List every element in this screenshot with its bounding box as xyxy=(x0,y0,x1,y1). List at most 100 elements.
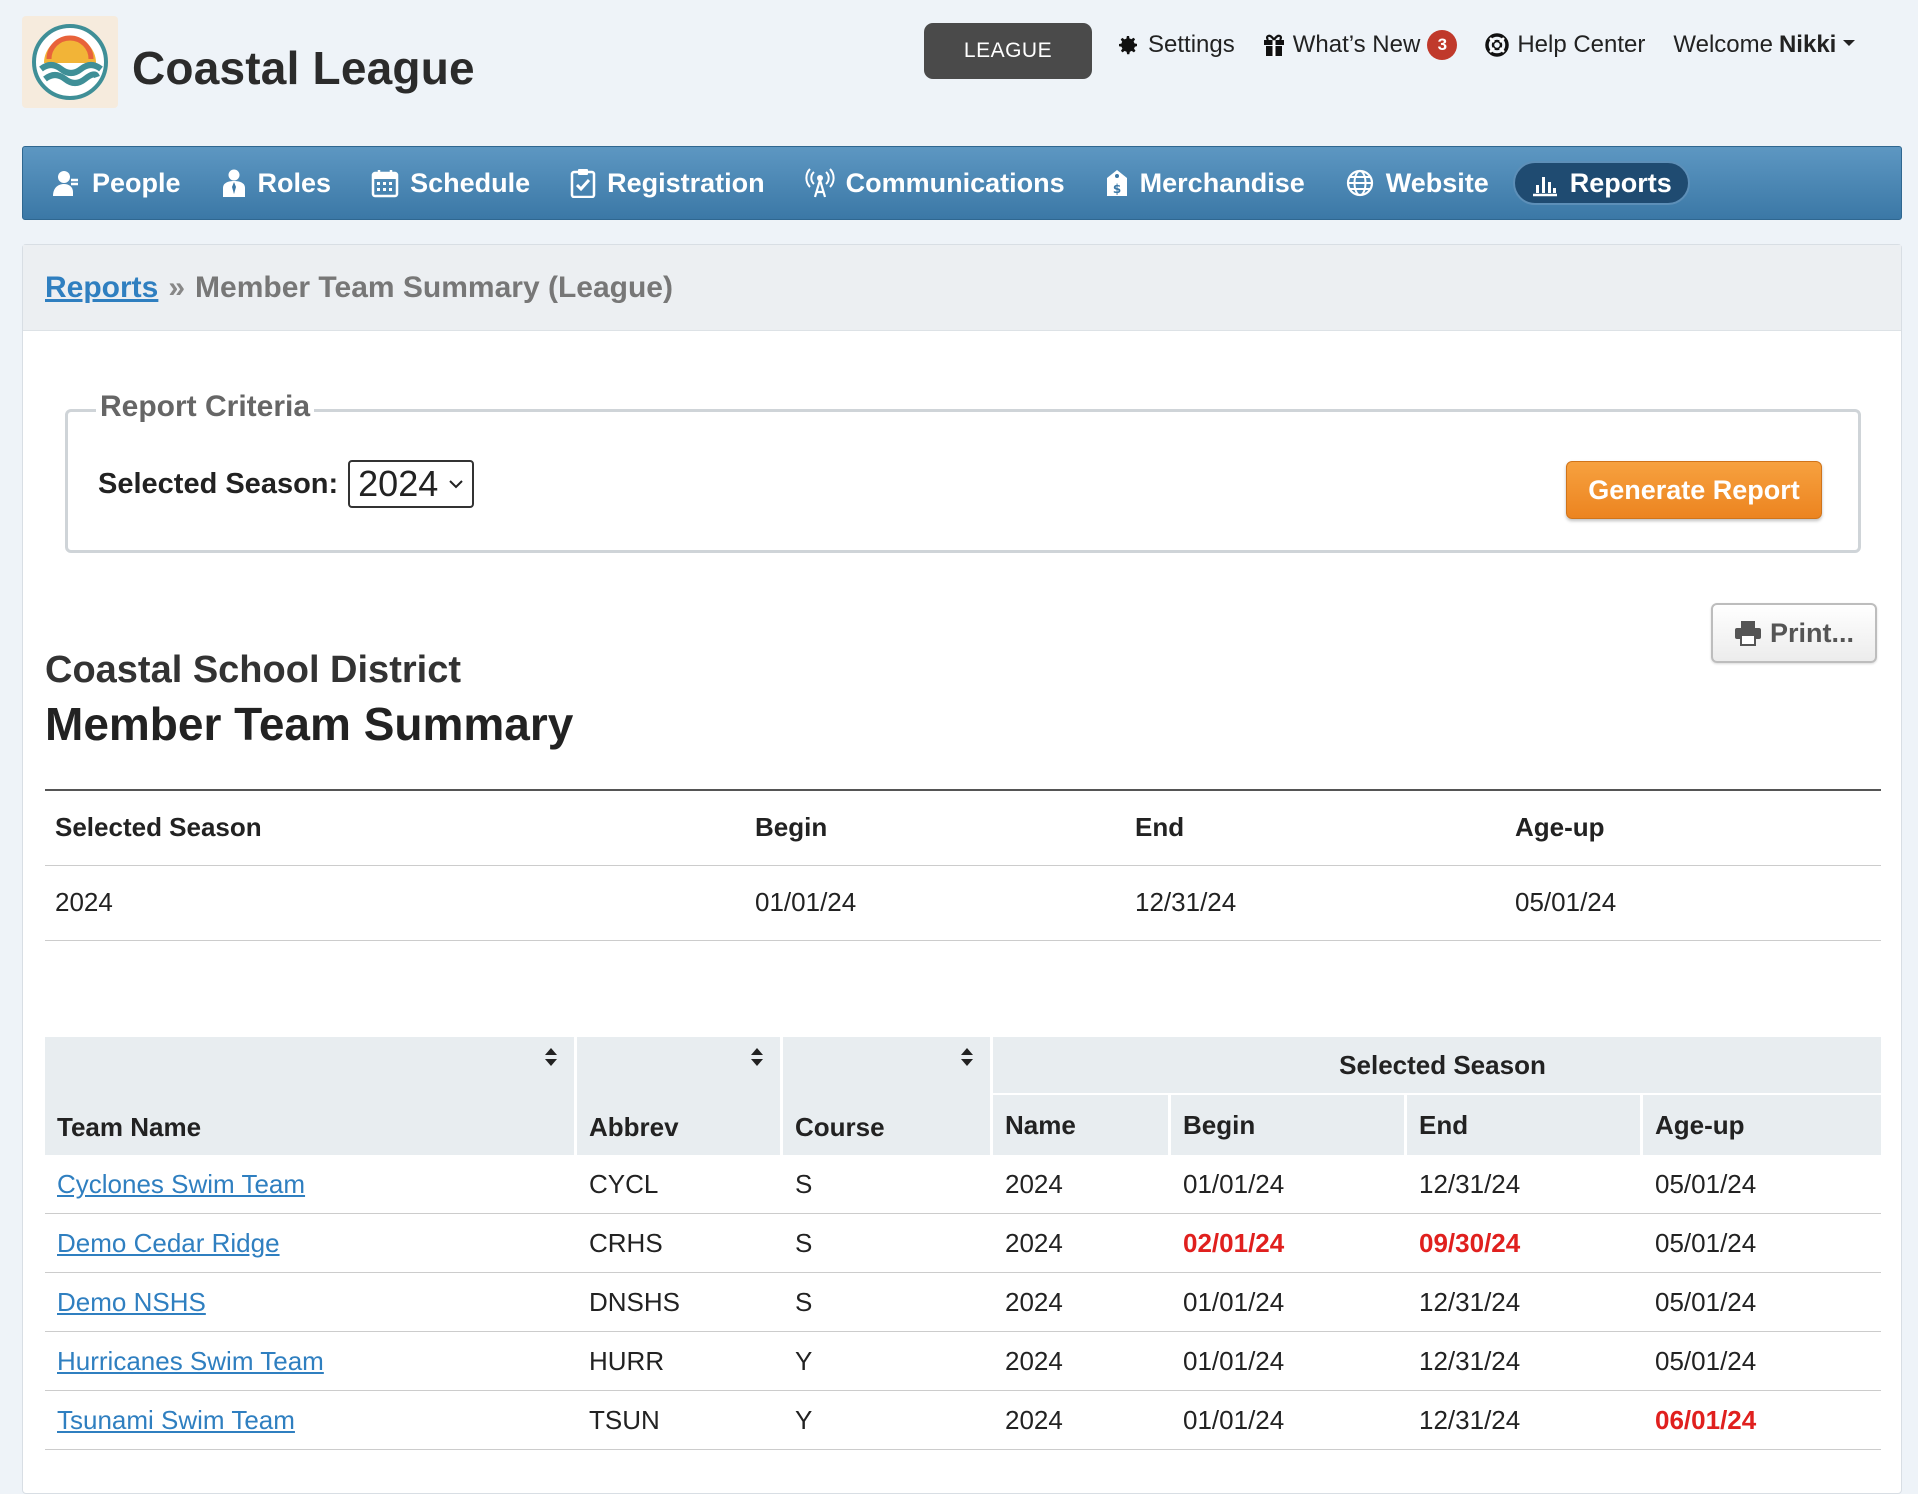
col-season-ageup: Age-up xyxy=(1643,1095,1881,1155)
team-link[interactable]: Demo NSHS xyxy=(57,1287,206,1317)
nav-label-reports: Reports xyxy=(1569,167,1672,198)
team-link[interactable]: Demo Cedar Ridge xyxy=(57,1228,280,1258)
lifebuoy-icon xyxy=(1485,33,1510,57)
nav-item-communications[interactable]: Communications xyxy=(805,161,1065,205)
person-icon xyxy=(53,171,78,196)
col-team-name-label: Team Name xyxy=(57,1112,202,1142)
nav-item-roles[interactable]: Roles xyxy=(221,161,332,205)
col-course[interactable]: Course xyxy=(783,1037,993,1155)
season-summary-row: 2024 01/01/24 12/31/24 05/01/24 xyxy=(45,865,1881,941)
team-end: 12/31/24 xyxy=(1407,1332,1643,1391)
criteria-legend: Report Criteria xyxy=(96,390,315,424)
print-label: Print... xyxy=(1769,617,1854,648)
team-begin: 01/01/24 xyxy=(1171,1391,1407,1450)
team-end: 12/31/24 xyxy=(1407,1155,1643,1214)
sort-icon xyxy=(545,1048,557,1066)
gear-icon xyxy=(1119,36,1137,55)
season-header-begin: Begin xyxy=(745,790,1125,866)
team-begin: 01/01/24 xyxy=(1171,1155,1407,1214)
season-summary-table: Selected Season Begin End Age-up 2024 01… xyxy=(45,789,1881,941)
top-header: Coastal League LEAGUE Settings What’s Ne… xyxy=(0,0,1918,146)
report-criteria: Report Criteria Selected Season: 2024 Ge… xyxy=(65,390,1861,553)
col-team-name[interactable]: Team Name xyxy=(45,1037,577,1155)
nav-item-reports[interactable]: Reports xyxy=(1512,161,1690,205)
team-abbrev: CRHS xyxy=(577,1214,783,1273)
nav-item-merchandise[interactable]: $ Merchandise xyxy=(1105,161,1305,205)
user-name: Nikki xyxy=(1778,31,1837,58)
col-season-begin: Begin xyxy=(1171,1095,1407,1155)
team-begin: 02/01/24 xyxy=(1171,1214,1407,1273)
col-course-label: Course xyxy=(795,1112,885,1142)
team-ageup: 06/01/24 xyxy=(1643,1391,1881,1450)
globe-icon xyxy=(1346,169,1373,197)
caret-down-icon xyxy=(1843,40,1856,46)
team-begin: 01/01/24 xyxy=(1171,1273,1407,1332)
col-abbrev[interactable]: Abbrev xyxy=(577,1037,783,1155)
season-select[interactable]: 2024 xyxy=(348,460,475,508)
season-begin: 01/01/24 xyxy=(745,865,1125,941)
season-header-end: End xyxy=(1125,790,1505,866)
team-abbrev: TSUN xyxy=(577,1391,783,1450)
user-menu[interactable]: Welcome Nikki xyxy=(1673,31,1856,59)
table-row: Tsunami Swim Team TSUN Y 2024 01/01/24 1… xyxy=(45,1391,1881,1450)
district-name: Coastal School District xyxy=(45,649,461,691)
team-course: S xyxy=(783,1214,993,1273)
breadcrumb-reports-link[interactable]: Reports xyxy=(45,271,158,305)
help-center-link[interactable]: Help Center xyxy=(1485,31,1645,59)
team-link[interactable]: Cyclones Swim Team xyxy=(57,1169,305,1199)
season-value: 2024 xyxy=(45,865,745,941)
generate-report-button[interactable]: Generate Report xyxy=(1566,461,1822,519)
nav-label-roles: Roles xyxy=(257,167,332,198)
nav-item-schedule[interactable]: Schedule xyxy=(371,161,530,205)
season-header-ageup: Age-up xyxy=(1505,790,1881,866)
print-button[interactable]: Print... xyxy=(1711,603,1877,663)
calendar-icon xyxy=(371,170,399,198)
season-select-label: Selected Season: xyxy=(98,467,339,500)
team-ageup: 05/01/24 xyxy=(1643,1214,1881,1273)
nav-label-registration: Registration xyxy=(607,167,765,198)
logo xyxy=(22,16,118,108)
settings-label: Settings xyxy=(1148,31,1235,58)
team-ageup: 05/01/24 xyxy=(1643,1332,1881,1391)
whats-new-link[interactable]: What’s New 3 xyxy=(1263,30,1458,60)
season-header-selected-season: Selected Season xyxy=(45,790,745,866)
bar-chart-icon xyxy=(1532,177,1557,197)
nav-label-website: Website xyxy=(1385,167,1489,198)
sort-icon xyxy=(961,1048,973,1066)
chevron-down-icon xyxy=(449,480,463,489)
brand[interactable]: Coastal League xyxy=(22,16,475,108)
col-season-name: Name xyxy=(993,1095,1171,1155)
team-ageup: 05/01/24 xyxy=(1643,1273,1881,1332)
nav-item-registration[interactable]: Registration xyxy=(570,161,765,205)
team-course: Y xyxy=(783,1332,993,1391)
nav-label-schedule: Schedule xyxy=(410,167,531,198)
nav-label-merchandise: Merchandise xyxy=(1139,167,1305,198)
gift-icon xyxy=(1263,34,1284,56)
team-abbrev: CYCL xyxy=(577,1155,783,1214)
team-abbrev: DNSHS xyxy=(577,1273,783,1332)
team-link[interactable]: Hurricanes Swim Team xyxy=(57,1346,324,1376)
team-link[interactable]: Tsunami Swim Team xyxy=(57,1405,295,1435)
settings-link[interactable]: Settings xyxy=(1116,31,1235,59)
team-end: 12/31/24 xyxy=(1407,1391,1643,1450)
team-ageup: 05/01/24 xyxy=(1643,1155,1881,1214)
nav-item-people[interactable]: People xyxy=(51,161,181,205)
season-ageup: 05/01/24 xyxy=(1505,865,1881,941)
brand-name: Coastal League xyxy=(132,42,475,94)
team-season-name: 2024 xyxy=(993,1273,1171,1332)
league-button[interactable]: LEAGUE xyxy=(924,23,1092,79)
team-end: 09/30/24 xyxy=(1407,1214,1643,1273)
table-row: Demo Cedar Ridge CRHS S 2024 02/01/24 09… xyxy=(45,1214,1881,1273)
season-end: 12/31/24 xyxy=(1125,865,1505,941)
team-course: S xyxy=(783,1155,993,1214)
sort-icon xyxy=(751,1048,763,1066)
breadcrumb-current: Member Team Summary (League) xyxy=(195,270,673,304)
table-row: Demo NSHS DNSHS S 2024 01/01/24 12/31/24… xyxy=(45,1273,1881,1332)
teams-header-row-1: Team Name Abbrev Course Selected Season xyxy=(45,1037,1881,1155)
team-season-name: 2024 xyxy=(993,1155,1171,1214)
team-season-name: 2024 xyxy=(993,1332,1171,1391)
col-group-selected-season: Selected Season xyxy=(993,1037,1881,1095)
breadcrumb: Reports » Member Team Summary (League) xyxy=(23,245,1901,331)
nav-item-website[interactable]: Website xyxy=(1345,161,1489,205)
svg-text:$: $ xyxy=(1112,182,1120,196)
